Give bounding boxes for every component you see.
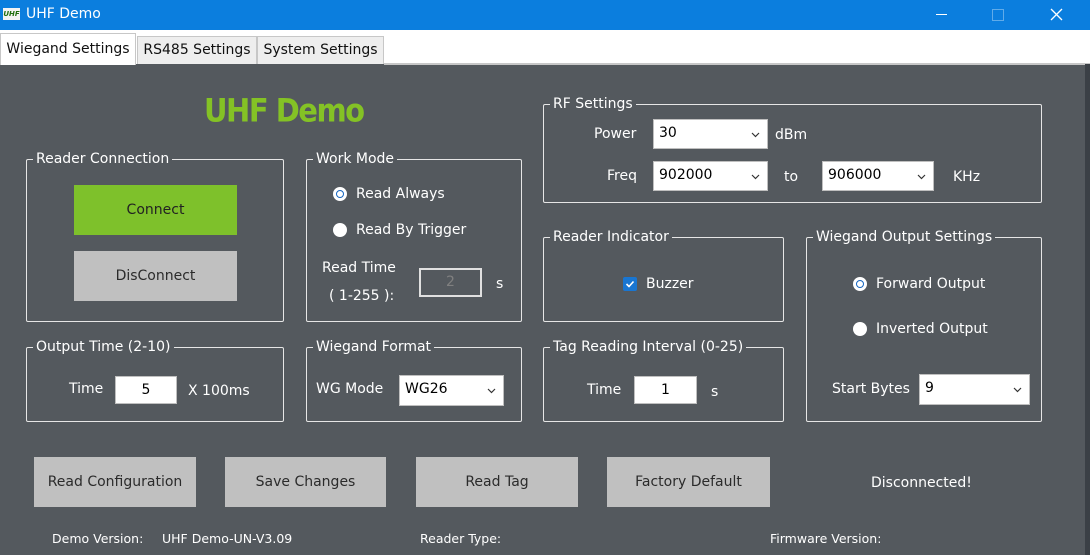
freq-unit: KHz <box>953 169 981 185</box>
read-tag-button[interactable]: Read Tag <box>416 457 578 507</box>
freq-from-select[interactable]: 902000 <box>653 161 768 191</box>
chevron-down-icon <box>487 388 496 394</box>
wiegand-format-legend: Wiegand Format <box>313 337 435 357</box>
rf-settings-legend: RF Settings <box>550 94 636 114</box>
maximize-button[interactable] <box>975 0 1021 30</box>
wg-mode-value: WG26 <box>405 381 448 397</box>
title-bar: UHF UHF Demo <box>0 0 1090 30</box>
power-value: 30 <box>659 125 677 141</box>
freq-to-value: 906000 <box>828 167 882 183</box>
read-always-label: Read Always <box>356 186 445 202</box>
read-time-unit: s <box>496 276 504 292</box>
minimize-button[interactable] <box>919 0 965 30</box>
read-time-input[interactable]: 2 <box>419 268 482 297</box>
work-mode-legend: Work Mode <box>313 149 398 169</box>
tab-rs485-settings[interactable]: RS485 Settings <box>137 36 257 64</box>
wg-mode-select[interactable]: WG26 <box>399 375 504 406</box>
save-changes-button[interactable]: Save Changes <box>225 457 386 507</box>
freq-to-label: to <box>784 169 799 185</box>
output-time-unit: X 100ms <box>188 383 250 399</box>
output-time-group: Output Time (2-10) Time 5 X 100ms <box>26 337 284 422</box>
reader-type-label: Reader Type: <box>420 531 502 546</box>
reader-indicator-group: Reader Indicator Buzzer <box>543 227 784 322</box>
chevron-down-icon <box>751 174 760 180</box>
app-logo-icon: UHF <box>3 8 20 20</box>
tag-interval-label: Time <box>587 382 622 398</box>
connect-button[interactable]: Connect <box>74 185 237 235</box>
wg-mode-label: WG Mode <box>316 381 384 397</box>
output-time-input[interactable]: 5 <box>115 376 177 404</box>
start-bytes-value: 9 <box>925 380 934 396</box>
tag-interval-input[interactable]: 1 <box>634 376 697 404</box>
disconnect-button[interactable]: DisConnect <box>74 251 237 301</box>
demo-version-label: Demo Version: <box>52 531 144 546</box>
wiegand-format-group: Wiegand Format WG Mode WG26 <box>306 337 522 422</box>
read-configuration-button[interactable]: Read Configuration <box>34 457 196 507</box>
factory-default-button[interactable]: Factory Default <box>607 457 770 507</box>
power-label: Power <box>594 126 637 142</box>
connection-status: Disconnected! <box>871 475 972 491</box>
power-select[interactable]: 30 <box>653 119 768 149</box>
tag-interval-unit: s <box>711 384 719 400</box>
scrollbar-track[interactable] <box>1085 64 1090 555</box>
window-title: UHF Demo <box>26 6 101 22</box>
forward-output-radio[interactable] <box>853 277 867 291</box>
reader-connection-legend: Reader Connection <box>33 149 173 169</box>
forward-output-label: Forward Output <box>876 276 986 292</box>
start-bytes-label: Start Bytes <box>832 381 910 397</box>
read-always-radio[interactable] <box>333 187 347 201</box>
freq-to-select[interactable]: 906000 <box>822 161 934 191</box>
rf-settings-group: RF Settings Power 30 dBm Freq 902000 to … <box>543 94 1042 203</box>
read-by-trigger-label: Read By Trigger <box>356 222 467 238</box>
read-by-trigger-radio[interactable] <box>333 223 347 237</box>
close-icon <box>1050 8 1063 21</box>
read-time-label: Read Time <box>322 260 396 276</box>
read-time-range-label: ( 1-255 ): <box>329 288 395 304</box>
output-time-legend: Output Time (2-10) <box>33 337 174 357</box>
tab-system-settings[interactable]: System Settings <box>257 36 384 64</box>
work-mode-group: Work Mode Read Always Read By Trigger Re… <box>306 149 522 322</box>
tag-interval-group: Tag Reading Interval (0-25) Time 1 s <box>543 337 784 422</box>
start-bytes-select[interactable]: 9 <box>919 374 1030 405</box>
tag-interval-legend: Tag Reading Interval (0-25) <box>550 337 747 357</box>
wiegand-output-group: Wiegand Output Settings Forward Output I… <box>806 227 1042 422</box>
output-time-label: Time <box>69 381 104 397</box>
reader-connection-group: Reader Connection Connect DisConnect <box>26 149 284 322</box>
check-icon <box>625 280 635 288</box>
freq-from-value: 902000 <box>659 167 713 183</box>
reader-indicator-legend: Reader Indicator <box>550 227 672 247</box>
chevron-down-icon <box>751 132 760 138</box>
inverted-output-radio[interactable] <box>853 322 867 336</box>
chevron-down-icon <box>917 174 926 180</box>
tab-divider <box>384 63 1090 65</box>
power-unit: dBm <box>775 127 808 143</box>
freq-label: Freq <box>607 168 637 184</box>
wiegand-output-legend: Wiegand Output Settings <box>813 227 996 247</box>
demo-version-value: UHF Demo-UN-V3.09 <box>162 531 293 546</box>
buzzer-checkbox[interactable] <box>623 277 637 291</box>
tab-wiegand-settings[interactable]: Wiegand Settings <box>0 33 136 65</box>
buzzer-label: Buzzer <box>646 276 694 292</box>
app-heading: UHF Demo <box>204 92 365 130</box>
close-button[interactable] <box>1034 0 1080 30</box>
chevron-down-icon <box>1013 387 1022 393</box>
firmware-version-label: Firmware Version: <box>770 531 882 546</box>
inverted-output-label: Inverted Output <box>876 321 988 337</box>
